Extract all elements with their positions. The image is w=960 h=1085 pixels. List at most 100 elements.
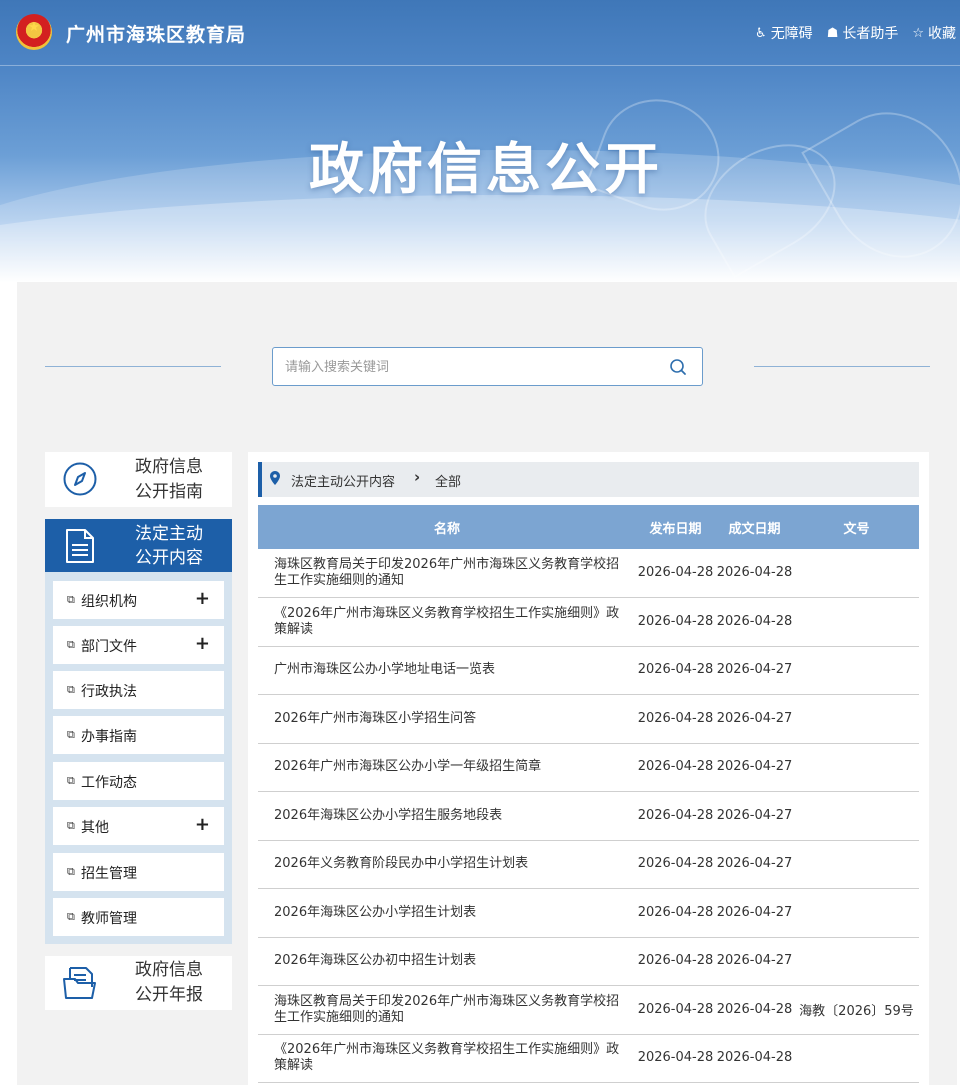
guide-label-line1: 政府信息 bbox=[135, 457, 203, 477]
compass-icon bbox=[63, 462, 97, 496]
hero-title: 政府信息公开 bbox=[308, 137, 663, 201]
sidebar-item-service-guide[interactable]: ⧉ 办事指南 bbox=[53, 716, 224, 754]
table-row: 《2026年广州市海珠区义务教育学校招生工作实施细则》政策解读 2026-04-… bbox=[258, 1034, 919, 1083]
doc-number bbox=[794, 549, 919, 598]
search-icon[interactable] bbox=[668, 357, 688, 377]
expand-plus-icon[interactable]: + bbox=[195, 633, 210, 654]
content-area: 政府信息 公开指南 法定主动 公开内容 ⧉ 组织机构 + ⧉ 部门文件 + bbox=[17, 282, 957, 1085]
doc-number bbox=[794, 1034, 919, 1083]
doc-number bbox=[794, 888, 919, 938]
expand-plus-icon[interactable]: + bbox=[195, 588, 210, 609]
publish-date: 2026-04-28 bbox=[636, 743, 715, 792]
document-title-link[interactable]: 2026年海珠区公办初中招生计划表 bbox=[258, 937, 636, 986]
publish-date: 2026-04-28 bbox=[636, 1034, 715, 1083]
table-row: 《2026年广州市海珠区义务教育学校招生工作实施细则》政策解读 2026-04-… bbox=[258, 597, 919, 647]
doc-number: 海教〔2026〕59号 bbox=[794, 985, 919, 1035]
publish-date: 2026-04-28 bbox=[636, 985, 715, 1035]
sidebar-item-department-files[interactable]: ⧉ 部门文件 + bbox=[53, 626, 224, 664]
menu-item-label: 其他 bbox=[81, 820, 109, 836]
favorite-label: 收藏 bbox=[928, 26, 956, 42]
document-title-link[interactable]: 2026年海珠区公办小学招生服务地段表 bbox=[258, 791, 636, 841]
search-divider-right bbox=[754, 366, 930, 367]
document-list-panel: 法定主动公开内容 › 全部 名称 发布日期 成文日期 文号 海珠区教育局关于印发… bbox=[248, 452, 929, 1085]
elder-helper-button[interactable]: ☗ 长者助手 bbox=[827, 23, 899, 43]
document-title-link[interactable]: 2026年海珠区公办小学招生计划表 bbox=[258, 888, 636, 938]
expand-plus-icon[interactable]: + bbox=[195, 814, 210, 835]
chevron-right-icon: › bbox=[414, 468, 421, 486]
table-row: 2026年海珠区公办小学招生计划表 2026-04-28 2026-04-27 bbox=[258, 888, 919, 938]
site-name[interactable]: 广州市海珠区教育局 bbox=[66, 20, 246, 47]
column-header-doc-number: 文号 bbox=[794, 505, 919, 549]
sidebar-annual-report-card[interactable]: 政府信息 公开年报 bbox=[45, 956, 232, 1010]
active-section-header[interactable]: 法定主动 公开内容 bbox=[45, 519, 232, 572]
document-title-link[interactable]: 广州市海珠区公办小学地址电话一览表 bbox=[258, 646, 636, 695]
written-date: 2026-04-27 bbox=[715, 791, 794, 841]
doc-number bbox=[794, 791, 919, 841]
document-title-link[interactable]: 《2026年广州市海珠区义务教育学校招生工作实施细则》政策解读 bbox=[258, 1034, 636, 1083]
written-date: 2026-04-27 bbox=[715, 646, 794, 695]
menu-item-label: 工作动态 bbox=[81, 775, 137, 791]
document-title-link[interactable]: 2026年义务教育阶段民办中小学招生计划表 bbox=[258, 840, 636, 889]
written-date: 2026-04-27 bbox=[715, 694, 794, 744]
menu-item-label: 部门文件 bbox=[81, 639, 137, 655]
sidebar-item-other[interactable]: ⧉ 其他 + bbox=[53, 807, 224, 845]
guide-label-line2: 公开指南 bbox=[135, 482, 203, 502]
document-title-link[interactable]: 2026年广州市海珠区公办小学一年级招生简章 bbox=[258, 743, 636, 792]
table-row: 海珠区教育局关于印发2026年广州市海珠区义务教育学校招生工作实施细则的通知 2… bbox=[258, 985, 919, 1035]
table-row: 2026年海珠区公办初中招生计划表 2026-04-28 2026-04-27 bbox=[258, 937, 919, 986]
breadcrumb-parent-link[interactable]: 法定主动公开内容 bbox=[291, 471, 395, 490]
table-row: 2026年海珠区公办小学招生服务地段表 2026-04-28 2026-04-2… bbox=[258, 791, 919, 841]
document-title-link[interactable]: 《2026年广州市海珠区义务教育学校招生工作实施细则》政策解读 bbox=[258, 597, 636, 647]
doc-number bbox=[794, 840, 919, 889]
favorite-button[interactable]: ☆ 收藏 bbox=[912, 23, 956, 43]
doc-number bbox=[794, 597, 919, 647]
accessibility-label: 无障碍 bbox=[770, 26, 813, 42]
written-date: 2026-04-28 bbox=[715, 985, 794, 1035]
location-pin-icon bbox=[270, 471, 280, 485]
search-divider-left bbox=[45, 366, 221, 367]
search-box bbox=[272, 347, 703, 386]
header-banner: ★ 广州市海珠区教育局 ♿ 无障碍 ☗ 长者助手 ☆ 收藏 政府信息公开 bbox=[0, 0, 960, 282]
sidebar-active-section: 法定主动 公开内容 ⧉ 组织机构 + ⧉ 部门文件 + ⧉ 行政执法 ⧉ 办事指… bbox=[45, 519, 232, 944]
document-title-link[interactable]: 海珠区教育局关于印发2026年广州市海珠区义务教育学校招生工作实施细则的通知 bbox=[258, 549, 636, 598]
annual-report-label-line1: 政府信息 bbox=[135, 960, 203, 980]
sidebar-item-organization[interactable]: ⧉ 组织机构 + bbox=[53, 581, 224, 619]
copy-icon: ⧉ bbox=[67, 638, 75, 651]
menu-item-label: 招生管理 bbox=[81, 866, 137, 882]
sidebar-guide-card[interactable]: 政府信息 公开指南 bbox=[45, 452, 232, 507]
accessibility-button[interactable]: ♿ 无障碍 bbox=[755, 23, 813, 43]
folder-icon bbox=[63, 967, 96, 999]
doc-number bbox=[794, 694, 919, 744]
table-row: 广州市海珠区公办小学地址电话一览表 2026-04-28 2026-04-27 bbox=[258, 646, 919, 695]
written-date: 2026-04-28 bbox=[715, 1034, 794, 1083]
copy-icon: ⧉ bbox=[67, 728, 75, 741]
document-title-link[interactable]: 2026年广州市海珠区小学招生问答 bbox=[258, 694, 636, 744]
copy-icon: ⧉ bbox=[67, 593, 75, 606]
sidebar-item-administrative-enforcement[interactable]: ⧉ 行政执法 bbox=[53, 671, 224, 709]
sidebar-item-enrollment[interactable]: ⧉ 招生管理 bbox=[53, 853, 224, 891]
search-input[interactable] bbox=[285, 356, 655, 378]
column-header-publish-date: 发布日期 bbox=[636, 505, 715, 549]
elder-helper-icon: ☗ bbox=[826, 25, 839, 41]
sidebar-item-teacher-management[interactable]: ⧉ 教师管理 bbox=[53, 898, 224, 936]
document-title-link[interactable]: 海珠区教育局关于印发2026年广州市海珠区义务教育学校招生工作实施细则的通知 bbox=[258, 985, 636, 1035]
table-row: 2026年广州市海珠区公办小学一年级招生简章 2026-04-28 2026-0… bbox=[258, 743, 919, 792]
copy-icon: ⧉ bbox=[67, 865, 75, 878]
doc-number bbox=[794, 646, 919, 695]
publish-date: 2026-04-28 bbox=[636, 694, 715, 744]
publish-date: 2026-04-28 bbox=[636, 646, 715, 695]
doc-number bbox=[794, 937, 919, 986]
column-header-name: 名称 bbox=[258, 505, 636, 549]
copy-icon: ⧉ bbox=[67, 819, 75, 832]
table-header-row: 名称 发布日期 成文日期 文号 bbox=[258, 505, 919, 549]
accessibility-icon: ♿ bbox=[755, 25, 767, 41]
document-icon bbox=[66, 529, 94, 563]
breadcrumb-current: 全部 bbox=[435, 475, 462, 490]
sidebar-item-work-news[interactable]: ⧉ 工作动态 bbox=[53, 762, 224, 800]
table-row: 海珠区教育局关于印发2026年广州市海珠区义务教育学校招生工作实施细则的通知 2… bbox=[258, 549, 919, 598]
copy-icon: ⧉ bbox=[67, 683, 75, 696]
table-row: 2026年义务教育阶段民办中小学招生计划表 2026-04-28 2026-04… bbox=[258, 840, 919, 889]
publish-date: 2026-04-28 bbox=[636, 840, 715, 889]
publish-date: 2026-04-28 bbox=[636, 937, 715, 986]
top-tools: ♿ 无障碍 ☗ 长者助手 ☆ 收藏 bbox=[755, 23, 956, 43]
